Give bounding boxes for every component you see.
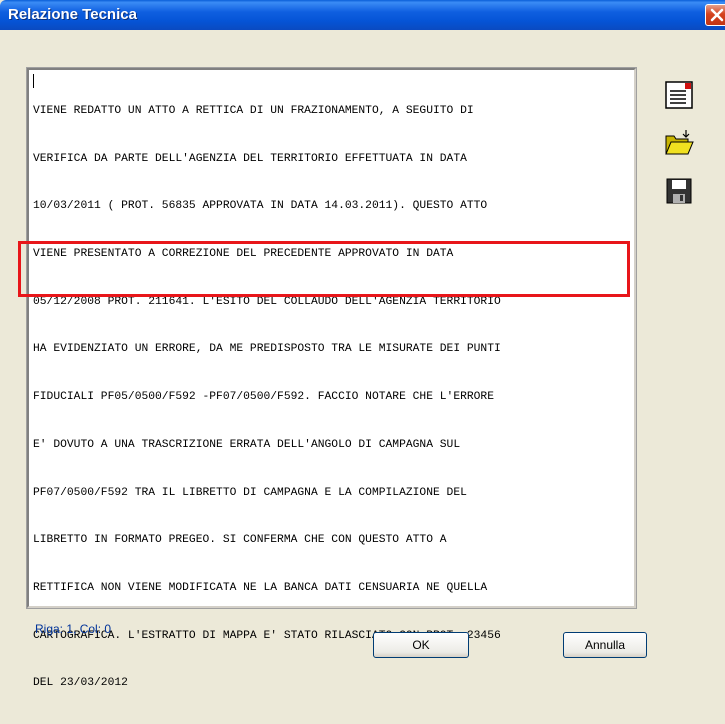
text-line: VIENE REDATTO UN ATTO A RETTICA DI UN FR…	[33, 104, 474, 117]
ok-button[interactable]: OK	[373, 632, 469, 658]
open-file-button[interactable]	[664, 128, 694, 158]
cancel-button[interactable]: Annulla	[563, 632, 647, 658]
text-document-icon	[665, 81, 693, 109]
text-line: RETTIFICA NON VIENE MODIFICATA NE LA BAN…	[33, 582, 488, 594]
text-line: LIBRETTO IN FORMATO PREGEO. SI CONFERMA …	[33, 534, 447, 547]
new-document-button[interactable]	[664, 80, 694, 110]
text-line: PF07/0500/F592 TRA IL LIBRETTO DI CAMPAG…	[33, 486, 467, 499]
cursor-position-status: Riga: 1, Col: 0	[35, 622, 112, 636]
save-button[interactable]	[664, 176, 694, 206]
window-title: Relazione Tecnica	[8, 6, 137, 23]
text-line: DEL 23/03/2012	[33, 677, 128, 690]
title-bar: Relazione Tecnica	[0, 0, 725, 30]
open-folder-icon	[665, 130, 694, 155]
text-line: E' DOVUTO A UNA TRASCRIZIONE ERRATA DELL…	[33, 438, 461, 451]
highlight-box	[18, 241, 630, 297]
text-line: FIDUCIALI PF05/0500/F592 -PF07/0500/F592…	[33, 391, 494, 404]
text-line: VERIFICA DA PARTE DELL'AGENZIA DEL TERRI…	[33, 152, 467, 165]
close-button[interactable]	[705, 4, 725, 26]
close-icon	[710, 8, 724, 22]
text-line: HA EVIDENZIATO UN ERRORE, DA ME PREDISPO…	[33, 343, 501, 356]
text-line: 05/12/2008 PROT. 211641. L'ESITO DEL COL…	[33, 295, 501, 308]
relazione-text: VIENE REDATTO UN ATTO A RETTICA DI UN FR…	[33, 72, 633, 724]
text-line: CARTOGRAFICA. L'ESTRATTO DI MAPPA E' STA…	[33, 629, 501, 642]
text-line: 10/03/2011 ( PROT. 56835 APPROVATA IN DA…	[33, 200, 488, 213]
relazione-textarea[interactable]: VIENE REDATTO UN ATTO A RETTICA DI UN FR…	[26, 67, 637, 689]
save-floppy-icon	[666, 178, 692, 204]
